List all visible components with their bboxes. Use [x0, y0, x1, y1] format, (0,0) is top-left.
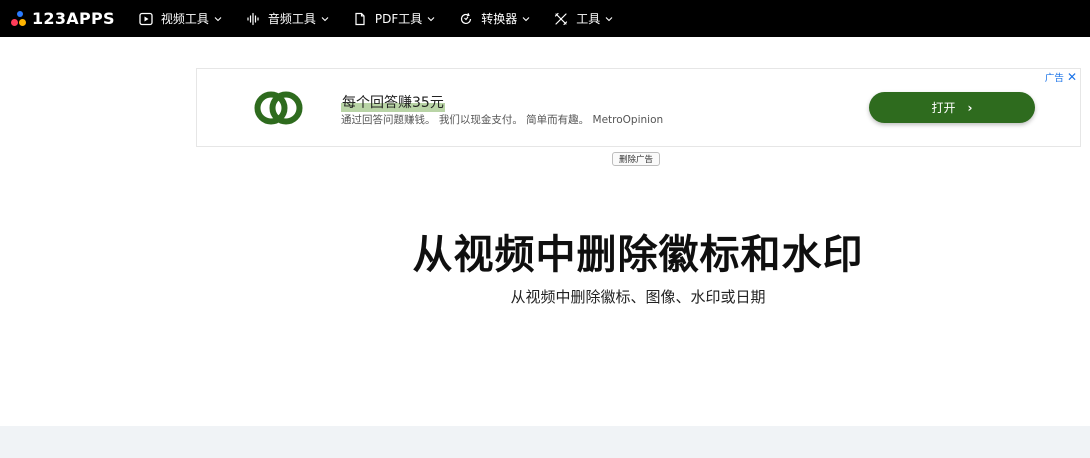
main-nav: 视频工具 音频工具 PDF工具 转换器 工具	[139, 10, 637, 27]
ad-banner[interactable]: 每个回答赚35元 通过回答问题赚钱。 我们以现金支付。 简单而有趣。 Metro…	[196, 68, 1081, 147]
ad-open-button[interactable]: 打开 ›	[869, 92, 1035, 123]
nav-item-label: 工具	[576, 12, 601, 26]
nav-item-label: 转换器	[481, 12, 518, 26]
remove-ad-button[interactable]: 删除广告	[612, 152, 661, 166]
brand-logo-dots-icon	[10, 10, 28, 28]
ad-choices-label: 广告	[1044, 73, 1064, 84]
ad-subtitle: 通过回答问题赚钱。 我们以现金支付。 简单而有趣。 MetroOpinion	[341, 114, 664, 126]
chevron-down-icon	[321, 15, 329, 23]
play-square-icon	[139, 12, 153, 26]
close-icon[interactable]: ✕	[1067, 71, 1077, 83]
brand-name: 123APPS	[32, 9, 115, 28]
nav-item-label: PDF工具	[374, 12, 423, 26]
nav-item-label: 视频工具	[160, 12, 209, 26]
nav-item-label: 音频工具	[267, 12, 316, 26]
convert-icon	[459, 12, 473, 26]
nav-item-tools[interactable]: 工具	[554, 10, 613, 27]
nav-item-converter[interactable]: 转换器	[459, 10, 530, 27]
nav-item-video-tools[interactable]: 视频工具	[139, 10, 222, 27]
document-icon	[353, 12, 367, 26]
tools-icon	[554, 12, 568, 26]
chevron-down-icon	[605, 15, 613, 23]
chevron-down-icon	[427, 15, 435, 23]
ad-choices[interactable]: 广告 ✕	[1045, 70, 1077, 84]
page-subtitle: 从视频中删除徽标、图像、水印或日期	[510, 288, 766, 306]
waveform-icon	[246, 12, 260, 26]
upload-section-band	[0, 426, 1090, 458]
chevron-right-icon: ›	[967, 100, 973, 115]
ad-logo-rings-icon	[253, 90, 305, 126]
brand-logo[interactable]: 123APPS	[10, 0, 115, 37]
ad-title[interactable]: 每个回答赚35元	[341, 92, 445, 112]
nav-item-audio-tools[interactable]: 音频工具	[246, 10, 329, 27]
top-navigation-bar: 123APPS 视频工具 音频工具 PDF工具 转换器 工具	[0, 0, 1090, 37]
chevron-down-icon	[522, 15, 530, 23]
nav-item-pdf-tools[interactable]: PDF工具	[353, 10, 435, 27]
page-title: 从视频中删除徽标和水印	[412, 232, 864, 278]
ad-open-button-label: 打开	[931, 101, 956, 115]
chevron-down-icon	[214, 15, 222, 23]
